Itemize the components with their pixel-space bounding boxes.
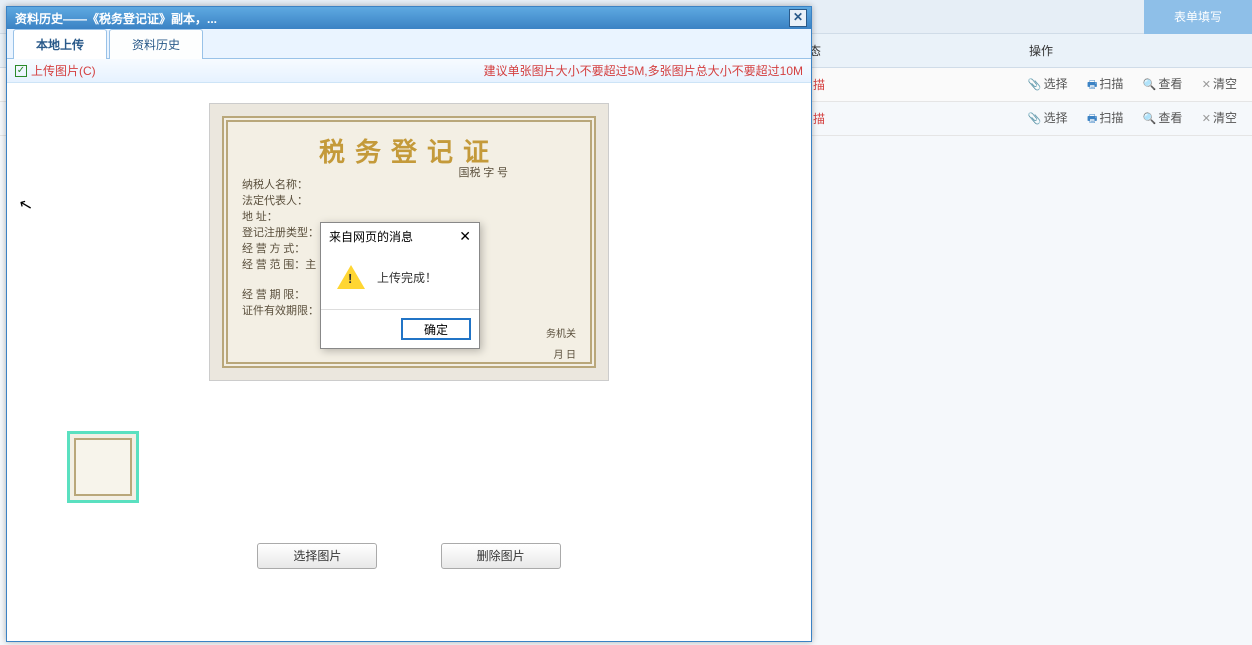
view-icon: 🔍 <box>1143 79 1157 91</box>
alert-titlebar: 来自网页的消息 ✕ <box>321 223 479 249</box>
alert-dialog: 来自网页的消息 ✕ 上传完成！ 确定 <box>320 222 480 349</box>
scan-icon: 🖶 <box>1087 113 1097 125</box>
thumbnail[interactable] <box>67 431 139 503</box>
col-op-header: 操作 <box>830 42 1252 59</box>
op-clear[interactable]: ✕清空 <box>1195 72 1244 95</box>
alert-ok-button[interactable]: 确定 <box>401 318 471 340</box>
tab-history[interactable]: 资料历史 <box>109 29 203 59</box>
warning-icon <box>337 265 365 289</box>
op-scan[interactable]: 🖶扫描 <box>1080 106 1130 132</box>
thumbnail-image <box>74 438 132 496</box>
dialog-close-button[interactable]: ✕ <box>789 9 807 27</box>
dialog-title: 资料历史——《税务登记证》副本，... <box>15 10 789 27</box>
select-image-button[interactable]: 选择图片 <box>257 543 377 569</box>
attach-icon: 📎 <box>1028 113 1042 125</box>
clear-icon: ✕ <box>1202 113 1211 125</box>
tab-local-upload[interactable]: 本地上传 <box>13 29 107 59</box>
cert-line: 法定代表人： <box>242 193 576 209</box>
tabs: 本地上传 资料历史 <box>7 29 811 59</box>
scan-icon: 🖶 <box>1087 79 1097 91</box>
alert-message: 上传完成！ <box>377 269 437 286</box>
op-scan[interactable]: 🖶扫描 <box>1080 72 1130 98</box>
op-clear[interactable]: ✕清空 <box>1195 106 1244 129</box>
upload-label: 上传图片(C) <box>31 62 96 79</box>
op-select[interactable]: 📎选择 <box>1021 106 1075 129</box>
view-icon: 🔍 <box>1143 113 1157 125</box>
upload-hint: 建议单张图片大小不要超过5M,多张图片总大小不要超过10M <box>484 62 803 79</box>
alert-close-button[interactable]: ✕ <box>459 228 471 245</box>
certificate-stamp: 国税 字 号 <box>459 164 509 180</box>
action-buttons: 选择图片 删除图片 <box>7 543 811 569</box>
toolbar: ✓ 上传图片(C) 建议单张图片大小不要超过5M,多张图片总大小不要超过10M <box>7 59 811 83</box>
delete-image-button[interactable]: 删除图片 <box>441 543 561 569</box>
upload-image-button[interactable]: ✓ 上传图片(C) <box>15 62 96 79</box>
clear-icon: ✕ <box>1202 79 1211 91</box>
cert-line: 纳税人名称： <box>242 177 576 193</box>
op-view[interactable]: 🔍查看 <box>1136 72 1190 95</box>
dialog-titlebar[interactable]: 资料历史——《税务登记证》副本，... ✕ <box>7 7 811 29</box>
attach-icon: 📎 <box>1028 79 1042 91</box>
op-view[interactable]: 🔍查看 <box>1136 106 1190 129</box>
certificate-title: 税务登记证 <box>242 132 576 169</box>
op-select[interactable]: 📎选择 <box>1021 72 1075 95</box>
form-fill-button[interactable]: 表单填写 <box>1144 0 1252 34</box>
check-icon: ✓ <box>15 65 27 77</box>
alert-title-text: 来自网页的消息 <box>329 228 459 245</box>
